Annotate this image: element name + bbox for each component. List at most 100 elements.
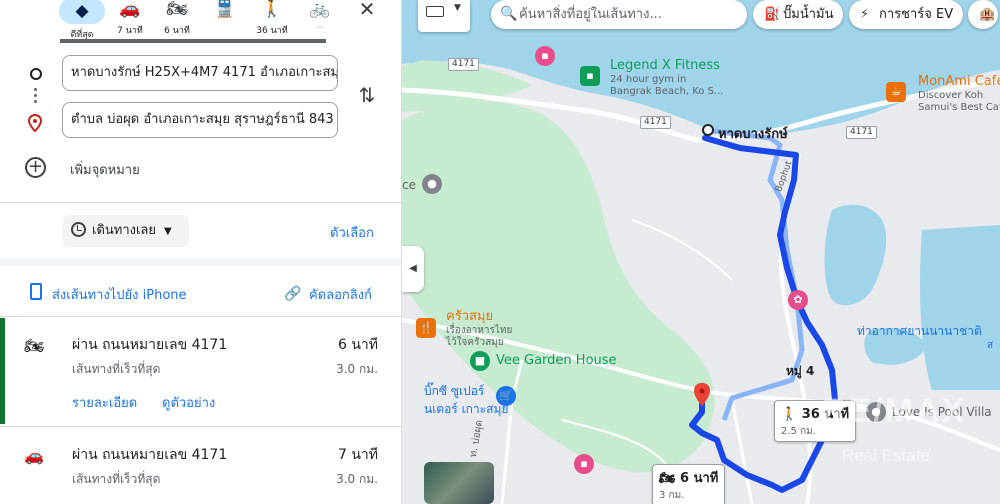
add-destination-button[interactable]: เพิ่มจุดหมาย [70,159,140,180]
chip-hotels[interactable]: 🏨 [968,0,998,29]
poi-bigc[interactable]: บิ๊กซี ซูเปอร์ [424,382,484,401]
chip-gas-station[interactable]: ⛽ ปั๊มน้ำมัน [753,0,844,29]
mode-car-label: 7 นาที [117,26,143,36]
mode-motorbike-button[interactable]: 🏍 6 นาที [153,0,201,37]
close-icon: ✕ [358,0,376,21]
car-icon: 🚗 [119,0,141,19]
poi-legend-sub: Bangrak Beach, Ko S... [610,86,724,97]
route-search-placeholder: ค้นหาสิ่งที่อยู่ในเส้นทาง... [519,7,662,22]
route-via: ผ่าน ถนนหมายเลข 4171 [72,337,228,353]
collapse-panel-button[interactable]: ◀ [402,246,424,292]
options-button[interactable]: ตัวเลือก [330,222,374,243]
destination-pin-icon [28,114,42,132]
section-separator [0,258,401,266]
mode-bike-button[interactable]: 🚲 — [296,0,344,33]
origin-label: หาดบางรักษ์ [718,127,788,142]
divider [0,316,401,317]
poi-monami-sub: Samui's Best Cafe [918,102,1000,113]
directions-panel: ◆ ดีที่สุด 🚗 7 นาที 🏍 6 นาที 🚆 🚶 36 นาที… [0,0,402,504]
chevron-left-icon: ◀ [409,263,417,274]
keyboard-icon [426,6,444,17]
transit-icon: 🚆 [214,0,236,19]
add-destination-icon[interactable]: + [25,157,46,178]
poi-partial-label: ce [402,178,416,192]
mode-scroll-indicator [60,39,326,43]
road-shield: 4171 [448,58,479,71]
place-pin-icon[interactable]: ● [422,174,442,194]
route-option-car[interactable]: 🚗 ผ่าน ถนนหมายเลข 4171 เส้นทางที่เร็วที่… [0,428,401,504]
hotel-pin-icon[interactable]: ▪ [535,46,555,66]
mode-car-button[interactable]: 🚗 7 นาที [106,0,154,37]
route-time: 6 นาที [337,337,378,353]
mode-walk-button[interactable]: 🚶 36 นาที [248,0,296,37]
swap-waypoints-button[interactable]: ⇅ [356,84,378,106]
copy-link-button[interactable]: คัดลอกลิงก์ [309,284,372,305]
imagery-thumbnail[interactable] [424,462,494,504]
poi-krua-sub: ไว้ใจครัวสมุย [446,337,504,348]
destination-input[interactable]: ตำบล บ่อผุด อำเภอเกาะสมุย สุราษฎร์ธานี 8… [62,102,338,138]
caret-down-icon: ▼ [454,3,461,13]
waypoint-connector [34,88,38,106]
send-to-phone-link[interactable]: ส่งเส้นทางไปยัง iPhone [52,284,187,305]
callout-bike-distance: 3 กม. [659,490,685,501]
watermark-text: Real Estate [842,446,930,465]
mode-best-button[interactable]: ◆ ดีที่สุด [58,0,106,41]
route-subtitle: เส้นทางที่เร็วที่สุด [72,472,161,486]
route-subtitle: เส้นทางที่เร็วที่สุด [72,362,161,376]
link-icon[interactable]: 🔗 [284,286,301,302]
divider [0,202,401,203]
poi-bigc: นเตอร์ เกาะสมุย [424,402,509,416]
car-icon: 🚗 [24,446,44,465]
route-option-motorbike[interactable]: 🏍 ผ่าน ถนนหมายเลข 4171 เส้นทางที่เร็วที่… [0,318,401,424]
mode-walk-label: 36 นาที [256,26,288,36]
watermark-logo: RE/MAX [822,392,967,430]
chip-ev-charging[interactable]: ⚡ การชาร์จ EV [849,0,964,29]
hotel-pin-icon[interactable]: ▪ [574,454,594,474]
motorbike-icon: 🏍 [24,336,45,355]
clock-icon [71,222,86,237]
chip-label: การชาร์จ EV [879,7,954,22]
depart-label: เดินทางเลย [92,223,157,238]
poi-legend-title[interactable]: Legend X Fitness [610,58,720,73]
poi-monami-title[interactable]: MonAmi Cafe [918,74,1000,89]
travel-mode-bar: ◆ ดีที่สุด 🚗 7 นาที 🏍 6 นาที 🚆 🚶 36 นาที… [0,0,401,43]
poi-airport-label[interactable]: ท่าอากาศยานนานาชาติ [857,322,982,341]
best-route-icon: ◆ [59,0,105,24]
route-distance: 3.0 กม. [336,472,378,486]
route-preview-link[interactable]: ดูตัวอย่าง [162,392,215,413]
route-details-link[interactable]: รายละเอียด [72,392,137,413]
route-via: ผ่าน ถนนหมายเลข 4171 [72,447,228,463]
route-time: 7 นาที [337,447,378,463]
poi-legend-sub: 24 hour gym in [610,74,687,85]
shopping-pin-icon[interactable]: ✿ [788,290,808,310]
route-distance: 3.0 กม. [336,362,378,376]
poi-vee-garden[interactable]: Vee Garden House [496,353,617,368]
place-pin-icon[interactable]: ■ [470,351,490,371]
mode-transit-button[interactable]: 🚆 [201,0,249,23]
motorbike-icon: 🏍 [166,0,188,19]
swap-icon: ⇅ [358,83,376,107]
lake-icon [920,225,1000,390]
keyboard-input-button[interactable]: ▼ [418,0,470,32]
gas-station-icon: ⛽ [764,7,781,22]
selected-route-indicator [0,318,5,424]
map-canvas[interactable]: ▼ 🔍 ค้นหาสิ่งที่อยู่ในเส้นทาง... ⛽ ปั๊มน้… [402,0,1000,504]
bike-route-callout[interactable]: 🏍 6 นาที 3 กม. [652,464,726,504]
restaurant-pin-icon[interactable]: 🍴 [416,318,436,338]
poi-monami-sub: Discover Koh [918,90,984,101]
search-icon: 🔍 [500,6,518,22]
mode-bike-label: — [315,23,325,33]
divider [0,426,401,427]
cafe-pin-icon[interactable]: ☕ [886,82,906,102]
origin-input[interactable]: หาดบางรักษ์ H25X+4M7 4171 อำเภอเกาะสมุย [62,55,338,91]
poi-airport-label: ส [987,340,994,351]
chip-label: ปั๊มน้ำมัน [783,7,834,22]
origin-dot-icon [30,68,42,80]
depart-time-dropdown[interactable]: เดินทางเลย ▼ [63,215,189,247]
gym-pin-icon[interactable]: ▪ [580,66,600,86]
send-to-phone-icon[interactable] [30,283,42,300]
close-directions-button[interactable]: ✕ [352,0,382,22]
route-search-input[interactable]: 🔍 ค้นหาสิ่งที่อยู่ในเส้นทาง... [491,0,747,29]
hotel-icon: 🏨 [979,7,996,22]
caret-down-icon: ▼ [164,226,172,237]
